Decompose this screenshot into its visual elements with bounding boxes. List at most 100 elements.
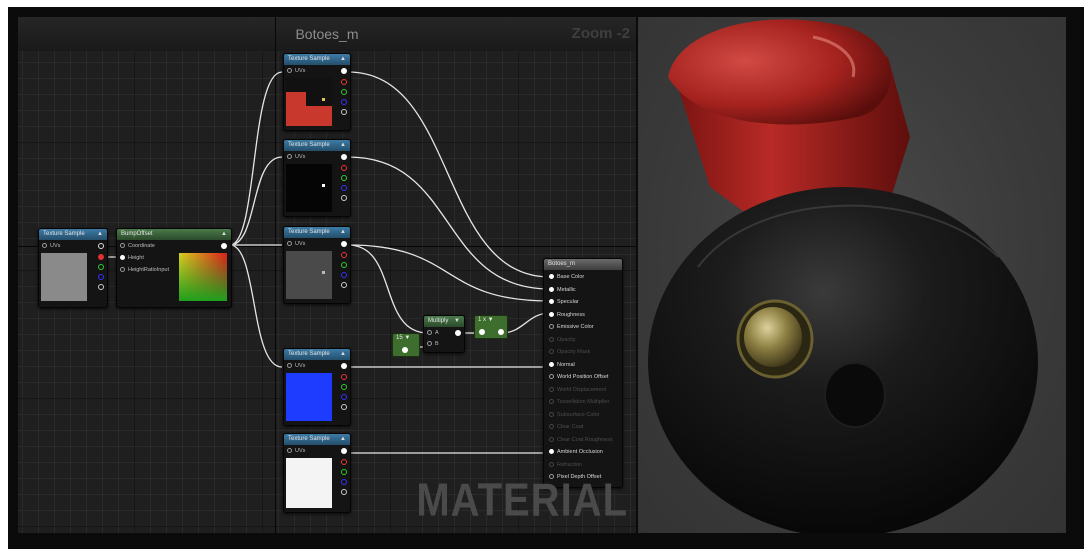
height-input[interactable]: Height [120, 254, 144, 262]
uvs-input[interactable]: UVs [287, 362, 305, 370]
texture-sample-node-ao[interactable]: Texture Sample ▲ UVs [283, 433, 351, 513]
material-input-pin[interactable]: Metallic [549, 286, 576, 294]
material-input-pin[interactable]: Roughness [549, 311, 585, 319]
blue-output-pin[interactable] [341, 185, 347, 191]
collapse-icon[interactable]: ▲ [340, 140, 346, 151]
material-result-node[interactable]: Botoes_m Base Color Metallic Specular Rough… [543, 258, 623, 488]
material-input-pin[interactable]: Tessellation Multiplier [549, 398, 609, 406]
blue-output-pin[interactable] [98, 274, 104, 280]
material-input-pin[interactable]: Ambient Occlusion [549, 448, 603, 456]
pin-icon [42, 243, 47, 249]
pin-icon [287, 154, 292, 160]
material-input-pin[interactable]: Clear Coat Roughness [549, 436, 613, 444]
node-title: Texture Sample [43, 231, 85, 237]
constant-node-left[interactable]: 15 ▼ [392, 333, 420, 357]
material-input-pin[interactable]: Clear Coat [549, 423, 583, 431]
collapse-icon[interactable]: ▲ [221, 229, 227, 240]
preview-viewport[interactable] [638, 17, 1066, 533]
alpha-output-pin[interactable] [341, 489, 347, 495]
material-input-pin[interactable]: Subsurface Color [549, 411, 600, 419]
node-header: Texture Sample ▲ [39, 229, 107, 240]
node-header: Texture Sample ▲ [284, 434, 350, 445]
green-output-pin[interactable] [341, 469, 347, 475]
blue-output-pin[interactable] [341, 394, 347, 400]
material-input-pin[interactable]: Opacity [549, 336, 576, 344]
alpha-output-pin[interactable] [341, 195, 347, 201]
output-pin[interactable] [221, 243, 227, 249]
alpha-output-pin[interactable] [341, 282, 347, 288]
green-output-pin[interactable] [98, 264, 104, 270]
pin-label: Normal [557, 361, 575, 368]
red-output-pin[interactable] [341, 374, 347, 380]
output-pin[interactable] [498, 329, 504, 335]
texture-sample-node-bump[interactable]: Texture Sample ▲ UVs [38, 228, 108, 308]
green-output-pin[interactable] [341, 384, 347, 390]
collapse-icon[interactable]: ▲ [340, 434, 346, 445]
rgb-output-pin[interactable] [98, 243, 104, 249]
green-output-pin[interactable] [341, 262, 347, 268]
blue-output-pin[interactable] [341, 272, 347, 278]
red-output-pin[interactable] [341, 165, 347, 171]
material-input-pin[interactable]: World Displacement [549, 386, 606, 394]
material-input-pin[interactable]: Base Color [549, 273, 584, 281]
dropdown-icon[interactable]: ▼ [486, 317, 494, 323]
multiply-node[interactable]: Multiply ▼ A B [423, 315, 465, 353]
wire-tex3-multiply [347, 244, 429, 334]
rgb-output-pin[interactable] [341, 448, 347, 454]
constant-node-right[interactable]: 1 x ▼ [474, 315, 508, 339]
uvs-input[interactable]: UVs [287, 153, 305, 161]
pin-label: UVs [295, 68, 306, 74]
pin-icon [120, 267, 125, 273]
texture-sample-node-1[interactable]: Texture Sample ▲ UVs [283, 53, 351, 131]
a-input[interactable]: A [427, 329, 439, 337]
output-pin[interactable] [402, 347, 408, 353]
rgb-output-pin[interactable] [341, 363, 347, 369]
height-ratio-input[interactable]: HeightRatioInput [120, 266, 169, 274]
collapse-icon[interactable]: ▲ [340, 54, 346, 65]
red-output-pin[interactable] [341, 459, 347, 465]
red-output-pin[interactable] [341, 79, 347, 85]
uvs-input[interactable]: UVs [287, 447, 305, 455]
material-input-pin[interactable]: Normal [549, 361, 575, 369]
pin-icon [120, 255, 125, 261]
red-output-pin[interactable] [98, 254, 104, 260]
output-pin[interactable] [455, 330, 461, 336]
uvs-input[interactable]: UVs [42, 242, 60, 250]
material-input-pin[interactable]: World Position Offset [549, 373, 608, 381]
collapse-icon[interactable]: ▲ [340, 349, 346, 360]
b-input[interactable]: B [427, 340, 439, 348]
red-output-pin[interactable] [341, 252, 347, 258]
collapse-icon[interactable]: ▲ [340, 227, 346, 238]
coordinate-input[interactable]: Coordinate [120, 242, 155, 250]
material-input-pin[interactable]: Specular [549, 298, 579, 306]
dropdown-icon[interactable]: ▼ [403, 335, 410, 341]
green-output-pin[interactable] [341, 89, 347, 95]
dropdown-icon[interactable]: ▼ [454, 316, 460, 327]
green-output-pin[interactable] [341, 175, 347, 181]
material-input-pin[interactable]: Opacity Mask [549, 348, 590, 356]
alpha-output-pin[interactable] [341, 109, 347, 115]
pin-label: Coordinate [128, 243, 155, 249]
alpha-output-pin[interactable] [98, 284, 104, 290]
blue-output-pin[interactable] [341, 479, 347, 485]
pin-label: Subsurface Color [557, 411, 600, 418]
texture-sample-node-2[interactable]: Texture Sample ▲ UVs [283, 139, 351, 217]
rgb-output-pin[interactable] [341, 68, 347, 74]
texture-sample-node-normal[interactable]: Texture Sample ▲ UVs [283, 348, 351, 426]
uvs-input[interactable]: UVs [287, 240, 305, 248]
blue-output-pin[interactable] [341, 99, 347, 105]
collapse-icon[interactable]: ▲ [97, 229, 103, 240]
input-pin[interactable] [479, 329, 485, 335]
material-input-pin[interactable]: Emissive Color [549, 323, 594, 331]
pin-label: Opacity Mask [557, 349, 591, 355]
pin-label: Specular [557, 299, 579, 305]
rgb-output-pin[interactable] [341, 154, 347, 160]
bump-offset-node[interactable]: BumpOffset ▲ Coordinate Height HeightRat… [116, 228, 232, 308]
pin-label: UVs [50, 243, 61, 249]
material-input-pin[interactable]: Refraction [549, 461, 582, 469]
material-graph-panel[interactable]: Botoes_m Zoom -2 Texture Sample ▲ UVs Bu… [18, 17, 636, 533]
uvs-input[interactable]: UVs [287, 67, 305, 75]
rgb-output-pin[interactable] [341, 241, 347, 247]
texture-sample-node-3[interactable]: Texture Sample ▲ UVs [283, 226, 351, 304]
alpha-output-pin[interactable] [341, 404, 347, 410]
